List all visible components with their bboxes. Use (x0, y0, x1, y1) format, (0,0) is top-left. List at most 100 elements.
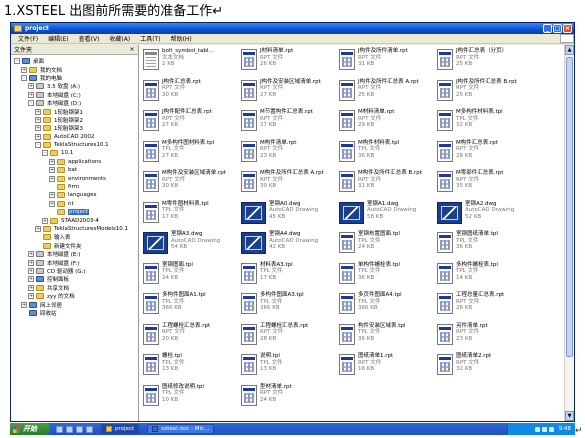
expand-icon[interactable]: + (28, 251, 34, 258)
tree-item[interactable]: + environments (11, 174, 138, 182)
tree-item[interactable]: firm (11, 183, 138, 191)
file-item[interactable]: 工程总量汇总表.rpt RPT 文件 26 KB (435, 291, 533, 321)
quick-launch-icon[interactable] (76, 425, 83, 433)
file-item[interactable]: 多构件螺栓表.tpl TPL 文件 14 KB (435, 261, 533, 291)
expand-icon[interactable]: + (28, 259, 34, 266)
collapse-icon[interactable]: - (35, 142, 41, 149)
tree-item[interactable]: +1轮胎钢架2 (11, 116, 138, 124)
tree-item[interactable]: + AutoCAD 2002 (11, 133, 138, 141)
tree-item[interactable]: - 10.1 (11, 149, 138, 157)
file-item[interactable]: M零部件汇总表.rpt RPT 文件 35 KB (435, 169, 533, 199)
taskbar-button[interactable]: project (101, 424, 140, 434)
tree-item[interactable]: 回收站 (11, 309, 138, 317)
collapse-icon[interactable]: - (14, 58, 20, 65)
file-item[interactable]: M多构件材料表.tpl TPL 文件 32 KB (435, 108, 533, 138)
quick-launch-icon[interactable] (66, 425, 73, 433)
file-item[interactable]: 另件清单.rpt RPT 文件 23 KB (435, 322, 533, 352)
tree-item[interactable]: 新建文件夹 (11, 242, 138, 250)
expand-icon[interactable]: + (35, 226, 41, 232)
menu-edit[interactable]: 编辑(E) (43, 34, 73, 43)
scroll-up-icon[interactable]: ▲ (565, 45, 574, 55)
tray-icon[interactable] (534, 426, 540, 432)
tree-item[interactable]: + 共享文档 (11, 284, 138, 292)
file-item[interactable]: 单构件螺栓表.tpl TPL 文件 36 KB (337, 261, 435, 291)
expand-icon[interactable]: + (49, 175, 55, 182)
file-item[interactable]: M构件及所件汇总表 B.rpt RPT 文件 31 KB (337, 169, 435, 199)
menu-tools[interactable]: 工具(T) (135, 34, 165, 43)
file-item[interactable]: 构件安装区域表.tpl TPL 文件 36 KB (337, 322, 435, 352)
expand-icon[interactable]: + (35, 116, 41, 123)
tree-item[interactable]: +3.5 软盘 (A:) (11, 82, 138, 90)
menu-file[interactable]: 文件(F) (13, 34, 43, 43)
file-item[interactable]: 室钢图纸清单.tpl TPL 文件 36 KB (435, 230, 533, 260)
file-item[interactable]: 图纸清单2.rpt RPT 文件 32 KB (435, 352, 533, 382)
scroll-down-icon[interactable]: ▼ (565, 411, 574, 421)
tree-item[interactable]: + 本地磁盘 (F:) (11, 258, 138, 267)
file-item[interactable]: 室钢A1.dwg AutoCAD Drawing 58 KB (337, 200, 435, 230)
expand-icon[interactable]: + (21, 66, 27, 73)
expand-icon[interactable]: + (49, 200, 55, 207)
expand-icon[interactable]: + (35, 125, 41, 132)
file-item[interactable]: J构件及所件汇总表 B.rpt RPT 文件 25 KB (435, 78, 533, 108)
file-item[interactable]: 多构件图面A3.tpl TPL 文件 366 KB (239, 291, 337, 321)
expand-icon[interactable]: + (28, 293, 34, 300)
file-item[interactable]: 图纸清单1.rpt RPT 文件 16 KB (337, 352, 435, 382)
expand-icon[interactable]: + (49, 192, 55, 199)
file-item[interactable]: M构件及安装区域清单.rpt RPT 文件 30 KB (141, 169, 239, 199)
file-item[interactable]: M构件材料表.tpl TPL 文件 36 KB (337, 139, 435, 169)
file-item[interactable]: 材料表A3.tpl TPL 文件 17 KB (239, 261, 337, 291)
tree-item[interactable]: + 本地磁盘 (E:) (11, 250, 138, 258)
file-item[interactable]: J构件汇总表.rpt RPT 文件 30 KB (141, 78, 239, 108)
maximize-button[interactable]: □ (553, 24, 562, 33)
file-item[interactable]: J构件配件汇总表.rpt RPT 文件 27 KB (141, 108, 239, 138)
title-bar[interactable]: project _ □ × (11, 23, 574, 34)
menu-view[interactable]: 查看(V) (74, 34, 105, 43)
folders-close-icon[interactable]: × (128, 46, 136, 54)
tree-item[interactable]: +1轮胎钢架1 (11, 107, 138, 116)
tree-item[interactable]: + CD 驱动器 (G:) (11, 267, 138, 275)
file-item[interactable]: 室钢图面.tpl TPL 文件 24 KB (141, 261, 239, 291)
tree-item[interactable]: 输入表 (11, 233, 138, 241)
file-item[interactable]: M多构件图材料表.tpl TPL 文件 27 KB (141, 139, 239, 169)
file-item[interactable]: J构件及所件汇总表 A.rpt RPT 文件 25 KB (337, 78, 435, 108)
file-item[interactable]: J材料清单.rpt RPT 文件 26 KB (239, 47, 337, 77)
close-button[interactable]: × (563, 24, 572, 33)
tree-item[interactable]: + languages (11, 191, 138, 199)
quick-launch-icon[interactable] (86, 425, 93, 433)
file-item[interactable]: J构件及所件清单.rpt RPT 文件 31 KB (337, 47, 435, 77)
expand-icon[interactable]: + (28, 276, 34, 283)
file-item[interactable]: 室钢A0.dwg AutoCAD Drawing 45 KB (239, 200, 337, 230)
expand-icon[interactable]: + (21, 301, 27, 308)
file-item[interactable]: M构件清单.rpt RPT 文件 23 KB (239, 139, 337, 169)
expand-icon[interactable]: + (42, 217, 48, 224)
tray-icon[interactable] (548, 426, 554, 432)
minimize-button[interactable]: _ (543, 24, 552, 33)
file-item[interactable]: M零件图材料表.tpl TPL 文件 17 KB (141, 200, 239, 230)
collapse-icon[interactable]: - (28, 100, 34, 107)
tree-item[interactable]: - 桌面 (11, 57, 138, 65)
folder-tree[interactable]: - 桌面 + 我的文档 - 我的电脑 +3.5 软盘 (A:) + 本地磁盘 (C:) - 本地磁盘… (11, 55, 138, 317)
file-item[interactable]: 多页件图面A4.tpl TPL 文件 366 KB (337, 291, 435, 321)
expand-icon[interactable]: + (28, 83, 34, 90)
file-list[interactable]: bolt_symbol_tabl... 文本文档 2 KB J材料清单.rpt RPT … (139, 45, 564, 421)
tree-item[interactable]: + STAAD2003-4 (11, 216, 138, 224)
file-item[interactable]: 螺栓.tpl TPL 文件 13 KB (141, 352, 239, 382)
taskbar-button[interactable]: xsteel.doc - Mic... (147, 424, 215, 434)
tree-item[interactable]: + 控制面板 (11, 275, 138, 283)
collapse-icon[interactable]: - (21, 74, 27, 81)
file-item[interactable]: bolt_symbol_tabl... 文本文档 2 KB (141, 47, 239, 77)
menu-help[interactable]: 帮助(H) (166, 34, 197, 43)
tray-icon[interactable] (541, 426, 547, 432)
folders-pane[interactable]: 文件夹 × - 桌面 + 我的文档 - 我的电脑 +3.5 软盘 (A:) + 本地磁盘 (C:… (11, 45, 139, 421)
expand-icon[interactable]: + (28, 267, 34, 274)
tree-item[interactable]: - 我的电脑 (11, 74, 138, 82)
tree-item[interactable]: + nt (11, 200, 138, 208)
tree-item[interactable]: + bat (11, 166, 138, 174)
file-item[interactable]: 室钢A4.dwg AutoCAD Drawing 42 KB (239, 230, 337, 260)
tree-item[interactable]: + 网上邻居 (11, 300, 138, 309)
tree-item[interactable]: + 我的文档 (11, 65, 138, 74)
scrollbar-thumb[interactable] (566, 57, 573, 357)
file-item[interactable]: 型材清单.rpt RPT 文件 24 KB (239, 383, 337, 413)
file-item[interactable]: 室钢布置图面.tpl TPL 文件 24 KB (337, 230, 435, 260)
file-item[interactable]: 说明.tpl TPL 文件 13 KB (239, 352, 337, 382)
